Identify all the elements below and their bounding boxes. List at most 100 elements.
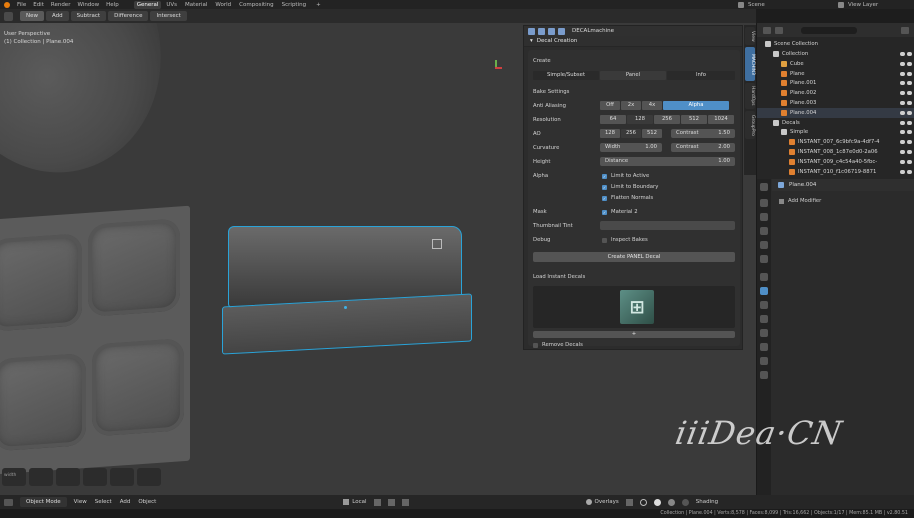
menu-render[interactable]: Render bbox=[51, 2, 71, 8]
physics-tab-icon[interactable] bbox=[760, 315, 768, 323]
add-modifier-dropdown[interactable]: Add Modifier bbox=[775, 196, 911, 206]
data-tab-icon[interactable] bbox=[760, 343, 768, 351]
scene-tab-icon[interactable] bbox=[760, 241, 768, 249]
texture-tab-icon[interactable] bbox=[760, 371, 768, 379]
option-1024[interactable]: 1024 bbox=[708, 115, 734, 124]
menu-file[interactable]: File bbox=[17, 2, 26, 8]
pocket-plate-object[interactable] bbox=[0, 205, 190, 476]
option-64[interactable]: 64 bbox=[600, 115, 626, 124]
tab-grouppro[interactable]: GroupPro bbox=[745, 111, 755, 139]
pivot-icon[interactable] bbox=[373, 498, 381, 506]
select-tool-icon[interactable] bbox=[4, 11, 13, 21]
option-2x[interactable]: 2x bbox=[621, 101, 641, 110]
outliner-row-cube[interactable]: Cube bbox=[757, 59, 914, 69]
thumbnail-tint-color[interactable] bbox=[600, 221, 735, 230]
outliner-editor-icon[interactable] bbox=[763, 26, 771, 34]
xray-icon[interactable] bbox=[625, 498, 633, 506]
menu-window[interactable]: Window bbox=[77, 2, 99, 8]
difference-button[interactable]: Difference bbox=[108, 11, 149, 21]
option-128[interactable]: 128 bbox=[627, 115, 653, 124]
eye-icon[interactable] bbox=[900, 110, 905, 115]
option-4x[interactable]: 4x bbox=[642, 101, 662, 110]
viewport-menu-object[interactable]: Object bbox=[138, 499, 156, 505]
eye-icon[interactable] bbox=[900, 101, 905, 105]
workspace-tab-material[interactable]: Material bbox=[182, 1, 210, 9]
outliner-row-simple[interactable]: Simple bbox=[757, 127, 914, 137]
outliner-row-plane-001[interactable]: Plane.001 bbox=[757, 78, 914, 88]
render-tab-icon[interactable] bbox=[760, 199, 768, 207]
eye-icon[interactable] bbox=[900, 159, 905, 164]
camera-icon[interactable] bbox=[907, 81, 912, 86]
viewport-menu-add[interactable]: Add bbox=[120, 499, 131, 505]
tab-view[interactable]: View bbox=[745, 27, 755, 45]
material-2-checkbox[interactable]: ✓ Material 2 bbox=[602, 209, 638, 215]
view-layer-tab-icon[interactable] bbox=[760, 227, 768, 235]
camera-icon[interactable] bbox=[907, 110, 912, 115]
decal-icon[interactable] bbox=[528, 27, 535, 35]
workspace-tab-world[interactable]: World bbox=[212, 1, 234, 9]
decal-creation-header[interactable]: ▾ Decal Creation bbox=[524, 36, 742, 47]
tool-tab-icon[interactable] bbox=[760, 183, 768, 191]
outliner-search-input[interactable] bbox=[801, 26, 857, 34]
modifier-tab-icon[interactable] bbox=[760, 287, 768, 295]
world-tab-icon[interactable] bbox=[760, 255, 768, 263]
filter-icon[interactable] bbox=[901, 26, 909, 34]
tab-hardops[interactable]: HardOps bbox=[745, 83, 755, 109]
create-panel-decal-button[interactable]: Create PANEL Decal bbox=[533, 252, 735, 262]
scene-selector[interactable]: Scene bbox=[738, 0, 765, 9]
eye-icon[interactable] bbox=[900, 81, 905, 86]
outliner-row-plane-002[interactable]: Plane.002 bbox=[757, 88, 914, 98]
object-mode-dropdown[interactable]: Object Mode bbox=[20, 497, 67, 507]
camera-icon[interactable] bbox=[907, 130, 912, 135]
hud-slot[interactable]: width bbox=[2, 468, 26, 486]
hud-slot[interactable] bbox=[29, 468, 53, 486]
option-info[interactable]: Info bbox=[667, 71, 735, 80]
display-mode-icon[interactable] bbox=[775, 26, 783, 34]
tools-icon[interactable] bbox=[548, 27, 555, 35]
option-panel[interactable]: Panel bbox=[600, 71, 666, 80]
library-icon[interactable] bbox=[538, 27, 545, 35]
editor-type-icon[interactable] bbox=[4, 498, 13, 506]
material-tab-icon[interactable] bbox=[760, 357, 768, 365]
tab-machin3[interactable]: MACHIN3 bbox=[745, 47, 755, 81]
outliner-row-instant-007-6c9bfc9a-4df7-4[interactable]: INSTANT_007_6c9bfc9a-4df7-4 bbox=[757, 137, 914, 147]
outliner-root[interactable]: Scene Collection bbox=[757, 39, 914, 49]
camera-icon[interactable] bbox=[907, 71, 912, 76]
ao-contrast-field[interactable]: Contrast 1.50 bbox=[671, 129, 735, 138]
workspace-tab-compositing[interactable]: Compositing bbox=[236, 1, 276, 9]
add-workspace-icon[interactable]: + bbox=[316, 2, 321, 8]
eye-icon[interactable] bbox=[900, 52, 905, 56]
particles-tab-icon[interactable] bbox=[760, 301, 768, 309]
option-alpha[interactable]: Alpha bbox=[663, 101, 729, 110]
menu-edit[interactable]: Edit bbox=[33, 2, 44, 8]
eye-icon[interactable] bbox=[900, 150, 905, 154]
output-tab-icon[interactable] bbox=[760, 213, 768, 221]
new-button[interactable]: New bbox=[20, 11, 44, 21]
camera-icon[interactable] bbox=[907, 52, 912, 56]
camera-icon[interactable] bbox=[907, 159, 912, 164]
eye-icon[interactable] bbox=[900, 71, 905, 76]
outliner-row-collection[interactable]: Collection bbox=[757, 49, 914, 59]
outliner-row-instant-009-c4c54a40-5fbc[interactable]: INSTANT_009_c4c54a40-5fbc- bbox=[757, 157, 914, 167]
limit-to-active-checkbox[interactable]: ✓ Limit to Active bbox=[602, 173, 649, 179]
settings-icon[interactable] bbox=[558, 27, 565, 35]
instant-decal-thumbnail[interactable]: ⊞ bbox=[620, 290, 654, 324]
outliner-row-plane-004[interactable]: Plane.004 bbox=[757, 107, 914, 118]
subtract-button[interactable]: Subtract bbox=[70, 11, 107, 21]
shading-wire-icon[interactable] bbox=[639, 498, 647, 506]
camera-icon[interactable] bbox=[907, 101, 912, 105]
axis-gizmo-icon[interactable] bbox=[490, 60, 502, 72]
menu-help[interactable]: Help bbox=[106, 2, 119, 8]
eye-icon[interactable] bbox=[900, 130, 905, 135]
proportional-icon[interactable] bbox=[401, 498, 409, 506]
option-256[interactable]: 256 bbox=[621, 129, 641, 138]
shading-dropdown[interactable]: Shading bbox=[696, 499, 718, 505]
hud-slot[interactable] bbox=[110, 468, 134, 486]
camera-icon[interactable] bbox=[907, 61, 912, 66]
curvature-width-field[interactable]: Width 1.00 bbox=[600, 143, 662, 152]
camera-icon[interactable] bbox=[907, 91, 912, 96]
remove-decals-checkbox[interactable]: Remove Decals bbox=[533, 342, 583, 348]
outliner-row-decals[interactable]: Decals bbox=[757, 118, 914, 128]
camera-icon[interactable] bbox=[907, 150, 912, 154]
shading-rendered-icon[interactable] bbox=[681, 498, 689, 506]
